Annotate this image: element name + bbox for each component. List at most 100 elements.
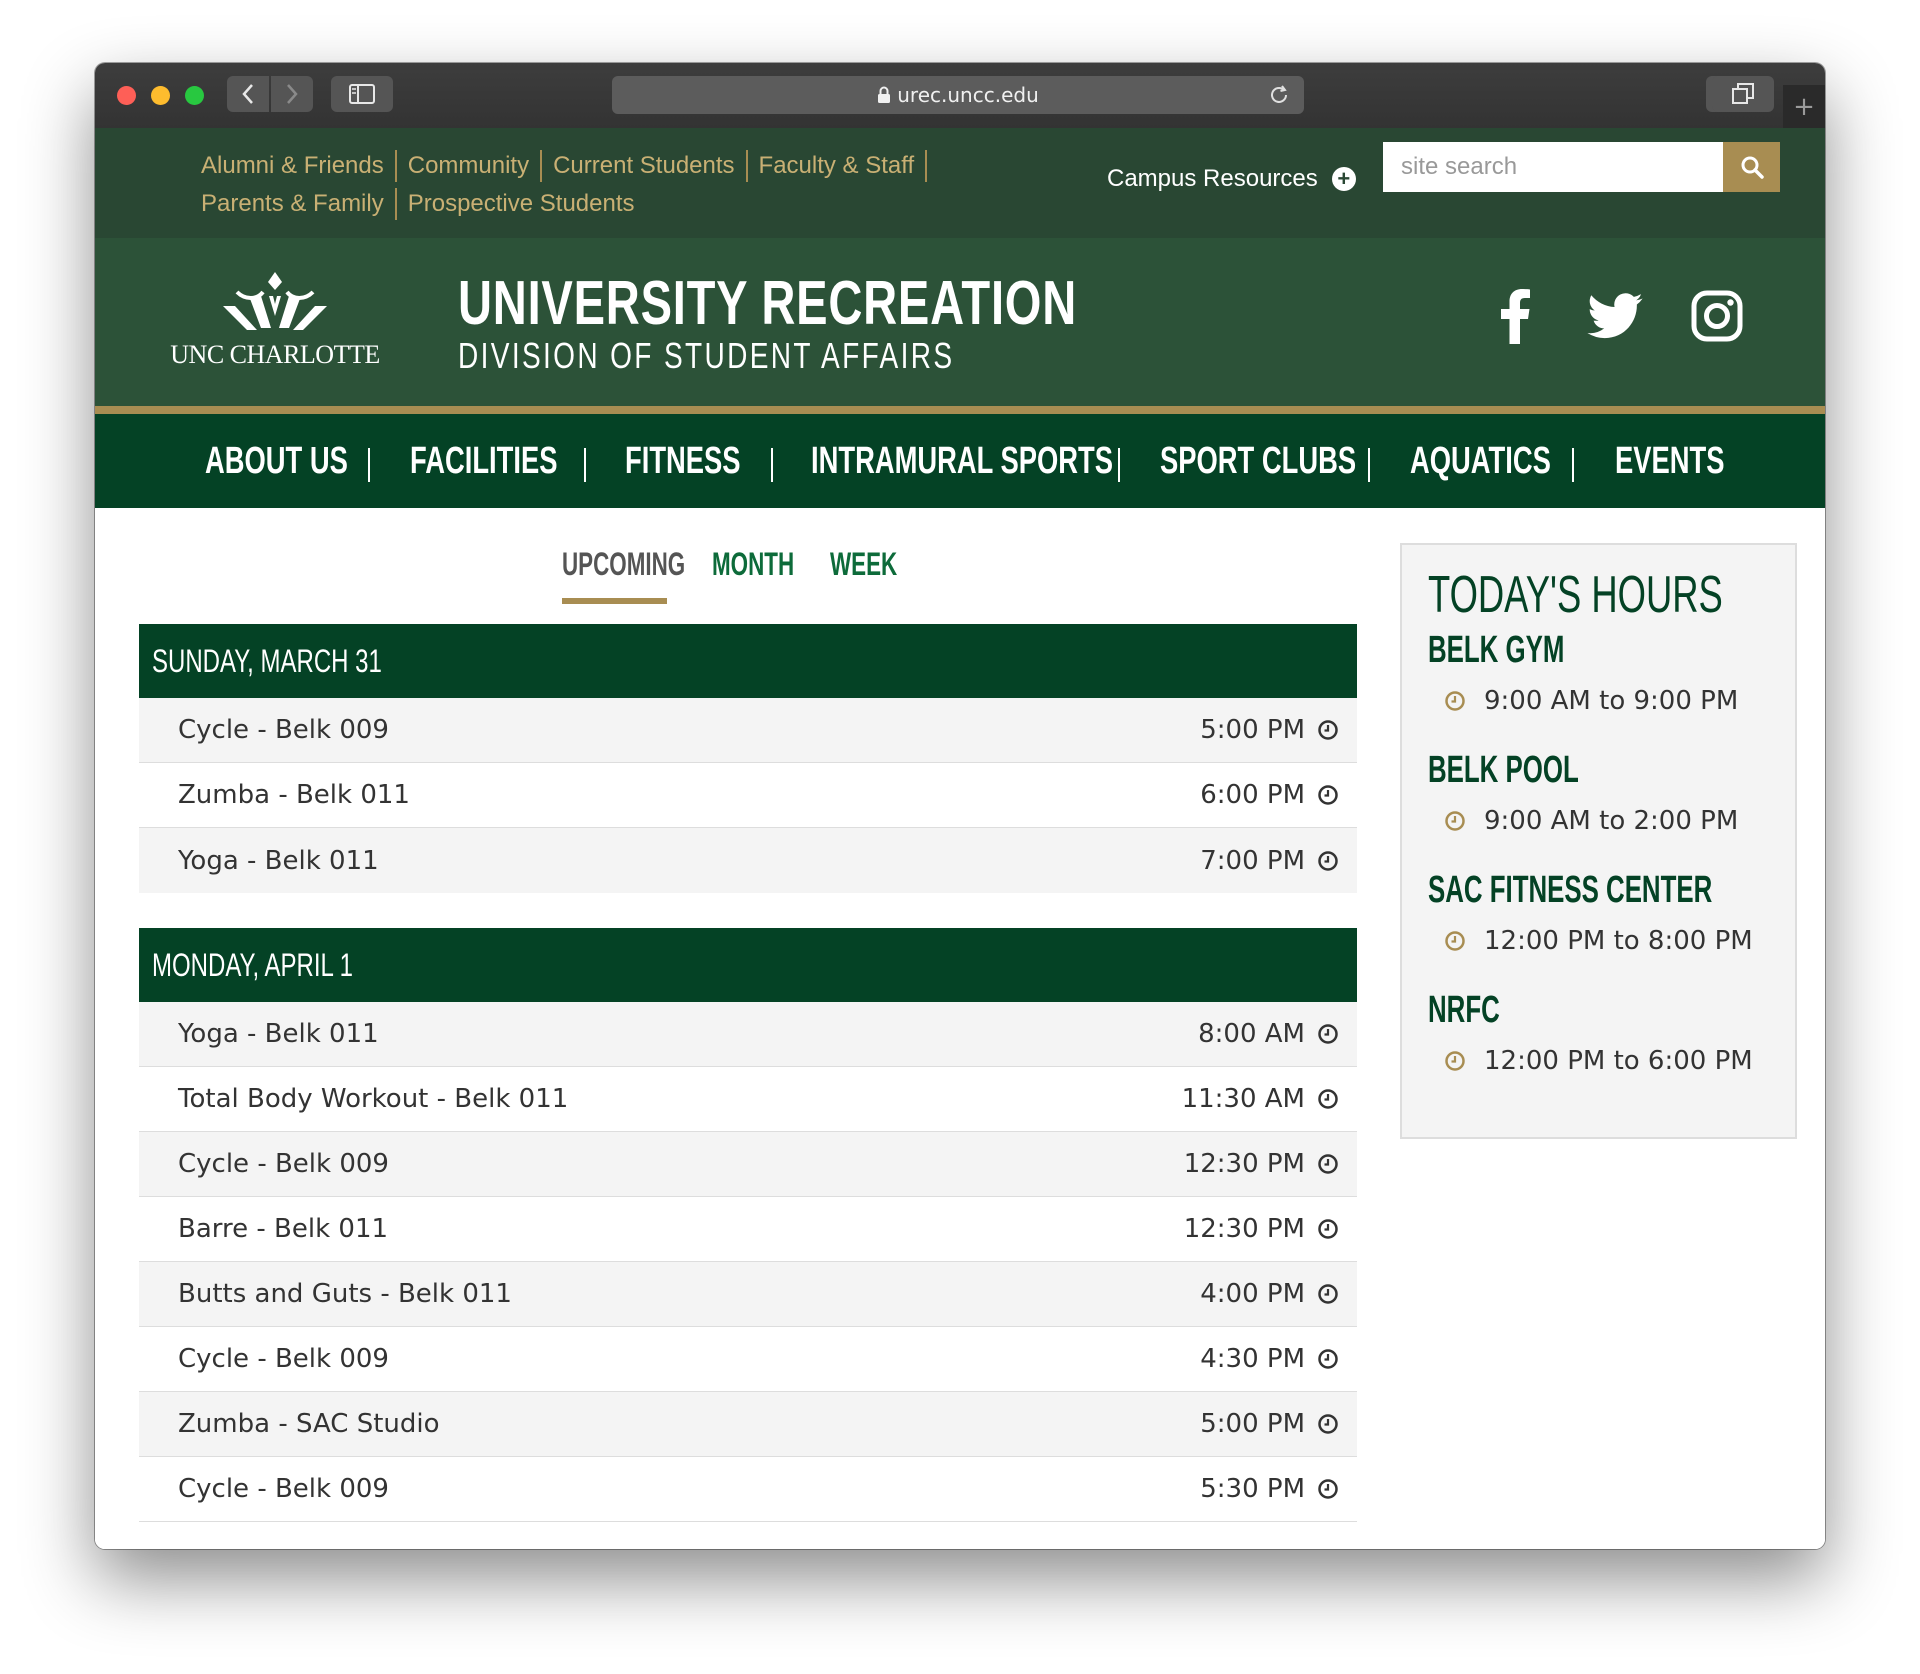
- clock-icon: [1317, 1348, 1339, 1370]
- facebook-icon: [1501, 289, 1530, 344]
- facility-hours: 9:00 AM to 2:00 PM: [1444, 806, 1738, 836]
- event-time-label: 12:30 PM: [1183, 1214, 1305, 1244]
- clock-icon: [1317, 1413, 1339, 1435]
- event-row[interactable]: Total Body Workout - Belk 011 11:30 AM: [139, 1067, 1357, 1132]
- tab-month[interactable]: MONTH: [712, 546, 794, 583]
- nav-sport-clubs[interactable]: SPORT CLUBS: [1160, 414, 1356, 508]
- sidebar-icon: [349, 84, 375, 104]
- nav-separator: [1572, 448, 1574, 482]
- link-alumni-friends[interactable]: Alumni & Friends: [201, 150, 397, 182]
- event-name: Yoga - Belk 011: [178, 845, 379, 876]
- event-row[interactable]: Cycle - Belk 009 12:30 PM: [139, 1132, 1357, 1197]
- nav-separator: [368, 448, 370, 482]
- facility-name[interactable]: BELK GYM: [1428, 629, 1564, 672]
- nav-separator: [1368, 448, 1370, 482]
- forward-button[interactable]: [271, 76, 313, 112]
- event-time: 5:00 PM: [1200, 715, 1339, 745]
- nav-about-us[interactable]: ABOUT US: [205, 414, 348, 508]
- event-time-label: 7:00 PM: [1200, 845, 1305, 876]
- facebook-link[interactable]: [1485, 286, 1545, 346]
- event-time: 6:00 PM: [1200, 780, 1339, 810]
- event-time-label: 4:30 PM: [1200, 1344, 1305, 1374]
- event-name: Zumba - Belk 011: [178, 780, 410, 810]
- facility-hours-text: 9:00 AM to 9:00 PM: [1484, 686, 1739, 716]
- day-header-label: MONDAY, APRIL 1: [152, 947, 353, 983]
- link-community[interactable]: Community: [397, 150, 543, 182]
- event-row[interactable]: Zumba - SAC Studio 5:00 PM: [139, 1392, 1357, 1457]
- event-name: Cycle - Belk 009: [178, 1344, 389, 1374]
- link-current-students[interactable]: Current Students: [542, 150, 748, 182]
- close-window-button[interactable]: [117, 86, 136, 105]
- plus-circle-icon: +: [1331, 167, 1356, 191]
- search-button[interactable]: [1723, 142, 1780, 192]
- sidebar-toggle-button[interactable]: [331, 76, 393, 112]
- event-time: 12:30 PM: [1184, 1214, 1339, 1244]
- event-time: 11:30 AM: [1182, 1084, 1339, 1114]
- day-header-label: SUNDAY, MARCH 31: [152, 643, 382, 679]
- link-parents-family[interactable]: Parents & Family: [201, 188, 397, 220]
- event-row[interactable]: Yoga - Belk 011 8:00 AM: [139, 1002, 1357, 1067]
- facility-name[interactable]: SAC FITNESS CENTER: [1428, 869, 1712, 912]
- campus-resources-button[interactable]: Campus Resources +: [1107, 165, 1356, 193]
- event-row[interactable]: Cycle - Belk 009 4:30 PM: [139, 1327, 1357, 1392]
- utility-bar: Alumni & Friends Community Current Stude…: [95, 128, 1825, 238]
- tabs-icon: [1732, 83, 1754, 104]
- crown-logo-icon: [223, 272, 327, 330]
- browser-window: urec.uncc.edu + Alumni & Friends Communi…: [95, 63, 1825, 1549]
- nav-aquatics[interactable]: AQUATICS: [1410, 414, 1551, 508]
- event-name: Cycle - Belk 009: [178, 1474, 389, 1504]
- link-faculty-staff[interactable]: Faculty & Staff: [748, 150, 928, 182]
- facility-hours-text: 9:00 AM to 2:00 PM: [1484, 806, 1739, 836]
- event-time: 5:00 PM: [1200, 1409, 1339, 1439]
- instagram-icon: [1691, 290, 1743, 342]
- reload-icon[interactable]: [1268, 84, 1290, 111]
- zoom-window-button[interactable]: [185, 86, 204, 105]
- clock-icon: [1444, 1050, 1466, 1072]
- site-title[interactable]: UNIVERSITY RECREATION: [458, 268, 1077, 339]
- clock-icon: [1317, 1023, 1339, 1045]
- twitter-link[interactable]: [1585, 286, 1645, 346]
- day-header: SUNDAY, MARCH 31: [139, 624, 1357, 698]
- new-tab-button[interactable]: +: [1783, 85, 1825, 128]
- event-name: Yoga - Belk 011: [178, 1019, 379, 1049]
- active-tab-indicator: [562, 598, 667, 604]
- event-name: Total Body Workout - Belk 011: [178, 1084, 569, 1114]
- facility-name[interactable]: NRFC: [1428, 989, 1500, 1032]
- twitter-icon: [1587, 293, 1643, 339]
- campus-resources-label: Campus Resources: [1107, 165, 1318, 192]
- event-row[interactable]: Butts and Guts - Belk 011 4:00 PM: [139, 1262, 1357, 1327]
- address-bar[interactable]: urec.uncc.edu: [612, 76, 1304, 114]
- nav-facilities[interactable]: FACILITIES: [410, 414, 557, 508]
- facility-hours-text: 12:00 PM to 8:00 PM: [1484, 926, 1753, 956]
- back-button[interactable]: [227, 76, 269, 112]
- nav-fitness[interactable]: FITNESS: [625, 414, 741, 508]
- event-row[interactable]: Zumba - Belk 011 6:00 PM: [139, 763, 1357, 828]
- facility-name[interactable]: BELK POOL: [1428, 749, 1579, 792]
- event-time-label: 6:00 PM: [1200, 780, 1305, 810]
- clock-icon: [1317, 1283, 1339, 1305]
- unc-charlotte-logo[interactable]: UNC CHARLOTTE: [165, 270, 385, 374]
- instagram-link[interactable]: [1687, 286, 1747, 346]
- site-search-input[interactable]: [1383, 142, 1723, 192]
- show-tabs-button[interactable]: [1712, 76, 1774, 112]
- tab-week[interactable]: WEEK: [830, 546, 897, 583]
- nav-events[interactable]: EVENTS: [1615, 414, 1724, 508]
- clock-icon: [1317, 1478, 1339, 1500]
- link-prospective-students[interactable]: Prospective Students: [397, 188, 646, 220]
- facility-hours: 9:00 AM to 9:00 PM: [1444, 686, 1738, 716]
- browser-toolbar: urec.uncc.edu +: [95, 63, 1825, 129]
- audience-links: Alumni & Friends Community Current Stude…: [201, 147, 961, 223]
- clock-icon: [1444, 690, 1466, 712]
- event-row[interactable]: Yoga - Belk 011 7:00 PM: [139, 828, 1357, 893]
- tab-upcoming[interactable]: UPCOMING: [562, 546, 685, 583]
- event-row[interactable]: Cycle - Belk 009 5:30 PM: [139, 1457, 1357, 1522]
- facility-hours-text: 12:00 PM to 6:00 PM: [1484, 1046, 1753, 1076]
- event-row[interactable]: Cycle - Belk 009 5:00 PM: [139, 698, 1357, 763]
- nav-intramural-sports[interactable]: INTRAMURAL SPORTS: [811, 414, 1113, 508]
- minimize-window-button[interactable]: [151, 86, 170, 105]
- clock-icon: [1317, 719, 1339, 741]
- event-row[interactable]: Barre - Belk 011 12:30 PM: [139, 1197, 1357, 1262]
- nav-separator: [771, 448, 773, 482]
- event-time: 12:30 PM: [1184, 1149, 1339, 1179]
- url-text: urec.uncc.edu: [897, 83, 1039, 107]
